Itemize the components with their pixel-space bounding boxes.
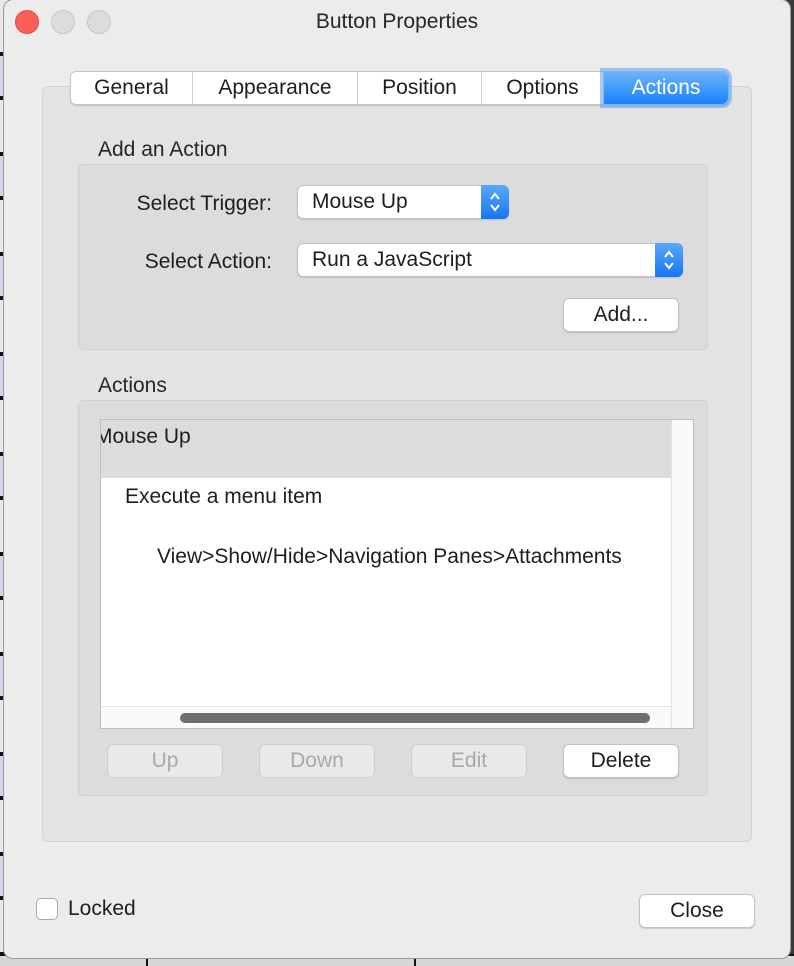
window-title: Button Properties bbox=[315, 10, 479, 33]
list-item-detail[interactable]: View>Show/Hide>Navigation Panes>Attachme… bbox=[157, 545, 671, 569]
vertical-scrollbar[interactable] bbox=[671, 420, 693, 728]
move-down-button[interactable]: Down bbox=[259, 744, 375, 778]
delete-action-button[interactable]: Delete bbox=[563, 744, 679, 778]
trigger-popup-value: Mouse Up bbox=[312, 190, 408, 213]
trigger-popup[interactable]: Mouse Up bbox=[297, 185, 509, 219]
tab-bar: General Appearance Position Options Acti… bbox=[70, 71, 729, 105]
button-properties-dialog: Button Properties General Appearance Pos… bbox=[4, 0, 790, 958]
tab-actions[interactable]: Actions bbox=[604, 72, 728, 104]
horizontal-scroll-thumb[interactable] bbox=[180, 713, 650, 723]
tab-general[interactable]: General bbox=[71, 72, 193, 104]
move-up-button[interactable]: Up bbox=[107, 744, 223, 778]
tab-position[interactable]: Position bbox=[358, 72, 482, 104]
actions-list[interactable]: Mouse Up Execute a menu item View>Show/H… bbox=[100, 419, 694, 729]
select-trigger-label: Select Trigger: bbox=[136, 192, 272, 215]
add-action-button[interactable]: Add... bbox=[563, 298, 679, 332]
popup-arrows-icon bbox=[655, 243, 683, 277]
locked-checkbox[interactable] bbox=[36, 898, 58, 920]
horizontal-scrollbar[interactable] bbox=[101, 706, 671, 728]
locked-label: Locked bbox=[68, 897, 136, 920]
add-action-heading: Add an Action bbox=[98, 138, 228, 161]
tab-appearance[interactable]: Appearance bbox=[193, 72, 358, 104]
edit-action-button[interactable]: Edit bbox=[411, 744, 527, 778]
list-trigger-text: Mouse Up bbox=[100, 425, 191, 448]
popup-arrows-icon bbox=[481, 185, 509, 219]
action-popup[interactable]: Run a JavaScript bbox=[297, 243, 683, 277]
action-popup-value: Run a JavaScript bbox=[312, 248, 472, 271]
title-bar: Button Properties bbox=[4, 0, 790, 44]
list-item-action[interactable]: Execute a menu item bbox=[125, 485, 322, 509]
select-action-label: Select Action: bbox=[144, 250, 272, 273]
tab-options[interactable]: Options bbox=[482, 72, 604, 104]
actions-heading: Actions bbox=[98, 374, 167, 397]
close-button[interactable]: Close bbox=[639, 894, 755, 928]
